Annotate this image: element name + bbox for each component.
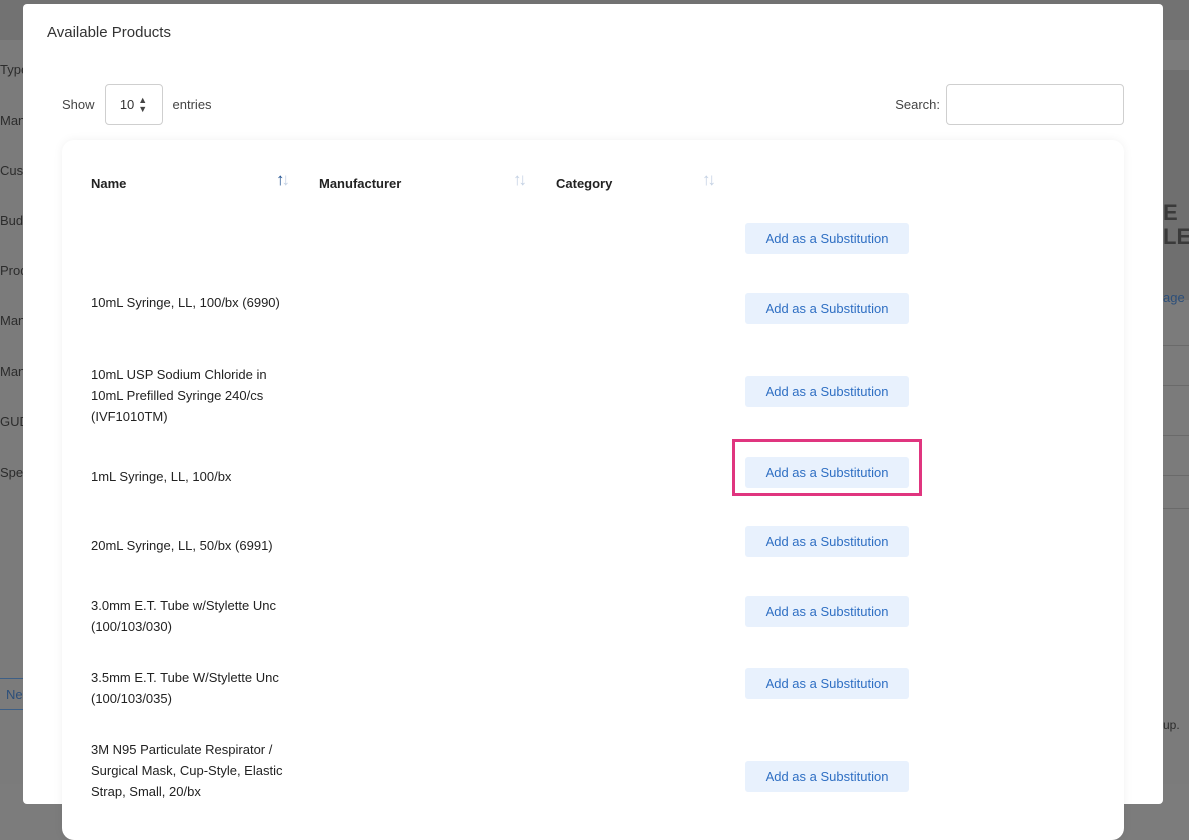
add-substitution-button[interactable]: Add as a Substitution <box>745 293 909 324</box>
product-name: 10mL USP Sodium Chloride in 10mL Prefill… <box>91 367 267 424</box>
add-substitution-button[interactable]: Add as a Substitution <box>745 761 909 792</box>
background-link: age <box>1163 290 1185 305</box>
sort-icon[interactable]: ↑↓ <box>276 170 290 190</box>
product-name: 10mL Syringe, LL, 100/bx (6990) <box>91 295 280 310</box>
column-header-manufacturer[interactable]: Manufacturer <box>319 176 401 191</box>
show-label: Show <box>62 97 95 112</box>
entries-control: Show 10 ▲ ▼ entries <box>62 84 212 125</box>
add-substitution-button[interactable]: Add as a Substitution <box>745 526 909 557</box>
background-divider <box>1163 345 1189 346</box>
add-substitution-button[interactable]: Add as a Substitution <box>745 376 909 407</box>
product-name: 20mL Syringe, LL, 50/bx (6991) <box>91 538 273 553</box>
background-divider <box>1163 508 1189 509</box>
search-control: Search: <box>895 84 1124 125</box>
add-substitution-button[interactable]: Add as a Substitution <box>745 457 909 488</box>
sort-icon[interactable]: ↑↓ <box>702 170 716 190</box>
background-card-text: E <box>1163 200 1178 225</box>
background-divider <box>1163 435 1189 436</box>
product-name: 3.5mm E.T. Tube W/Stylette Unc (100/103/… <box>91 670 279 706</box>
entries-select[interactable]: 10 ▲ ▼ <box>104 84 163 125</box>
add-substitution-button[interactable]: Add as a Substitution <box>745 223 909 254</box>
background-label: Spe <box>0 465 24 480</box>
background-image-card <box>1163 70 1189 300</box>
add-substitution-button[interactable]: Add as a Substitution <box>745 596 909 627</box>
background-note: up. <box>1163 718 1180 732</box>
product-name: 3.0mm E.T. Tube w/Stylette Unc (100/103/… <box>91 598 276 634</box>
background-label: Man <box>0 113 26 128</box>
sort-icon[interactable]: ↑↓ <box>513 170 527 190</box>
background-label: Man <box>0 364 26 379</box>
background-label: Man <box>0 313 26 328</box>
background-card-text: LE <box>1163 224 1189 249</box>
available-products-modal: Available Products Show 10 ▲ ▼ entries Se… <box>23 4 1163 840</box>
table-header: Name ↑↓ Manufacturer ↑↓ Category ↑↓ <box>62 140 1124 220</box>
column-header-category[interactable]: Category <box>556 176 612 191</box>
search-label: Search: <box>895 97 940 112</box>
background-divider <box>1163 475 1189 476</box>
product-name: 3M N95 Particulate Respirator / Surgical… <box>91 742 283 799</box>
column-header-name[interactable]: Name <box>91 176 126 191</box>
entries-label: entries <box>172 97 212 112</box>
background-label: Bud <box>0 213 24 228</box>
product-name: 1mL Syringe, LL, 100/bx <box>91 469 232 484</box>
search-input[interactable] <box>946 84 1124 125</box>
background-divider <box>1163 385 1189 386</box>
products-table: Name ↑↓ Manufacturer ↑↓ Category ↑↓ Add … <box>62 140 1124 840</box>
add-substitution-button[interactable]: Add as a Substitution <box>745 668 909 699</box>
modal-title: Available Products <box>47 24 171 41</box>
entries-value: 10 <box>119 97 135 112</box>
select-arrows-icon: ▲ ▼ <box>138 94 148 114</box>
